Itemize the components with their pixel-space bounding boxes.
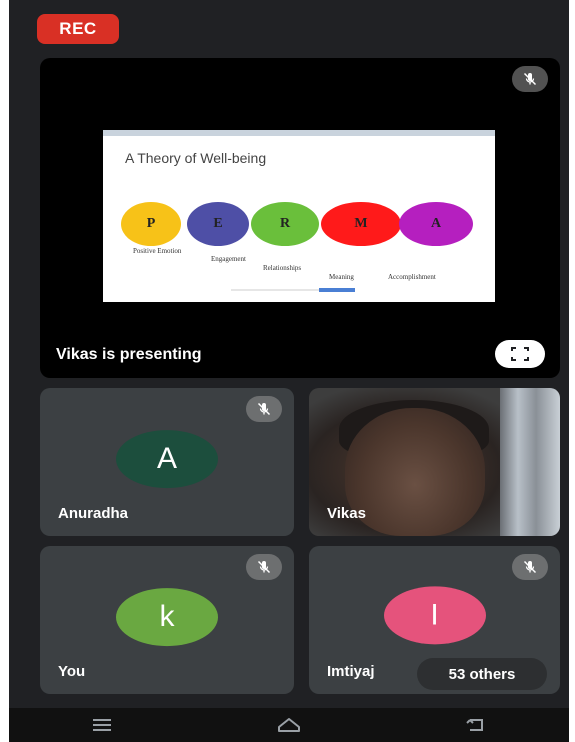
participant-name-vikas: Vikas: [327, 505, 366, 522]
fullscreen-icon: [511, 347, 529, 361]
perma-e-circle: E: [187, 202, 249, 246]
perma-a-circle: A: [399, 202, 473, 246]
mic-off-icon: [512, 66, 548, 92]
recording-badge: REC: [37, 14, 119, 44]
presenting-label: Vikas is presenting: [56, 346, 202, 363]
avatar-anuradha: A: [116, 430, 218, 489]
participant-tile-anuradha[interactable]: A Anuradha: [40, 388, 294, 536]
back-icon: [465, 719, 483, 731]
fullscreen-button[interactable]: [495, 340, 545, 368]
slide-header-bar: [103, 130, 495, 136]
shared-slide: A Theory of Well-being P E R M A Positiv…: [103, 130, 495, 302]
participant-face: [345, 408, 485, 536]
participant-name-imtiyaj: Imtiyaj: [327, 663, 375, 680]
participant-tile-you[interactable]: k You: [40, 546, 294, 694]
slide-scrollbar: [231, 288, 355, 292]
mic-off-icon: [246, 396, 282, 422]
mic-off-icon: [246, 554, 282, 580]
menu-icon: [93, 719, 112, 731]
caption-accomplishment: Accomplishment: [388, 273, 436, 281]
caption-positive-emotion: Positive Emotion: [133, 247, 182, 255]
participant-name-anuradha: Anuradha: [58, 505, 129, 522]
background-curtain: [500, 388, 560, 536]
perma-r-circle: R: [251, 202, 319, 246]
caption-relationships: Relationships: [263, 264, 302, 272]
perma-m-circle: M: [321, 202, 401, 246]
caption-meaning: Meaning: [329, 273, 354, 281]
system-nav-bar: [9, 708, 569, 742]
avatar-you: k: [116, 588, 218, 647]
participant-name-you: You: [58, 663, 86, 680]
mic-off-icon: [512, 554, 548, 580]
perma-p-circle: P: [121, 202, 181, 246]
home-button[interactable]: [269, 713, 309, 737]
avatar-imtiyaj: I: [383, 586, 486, 645]
home-icon: [277, 718, 300, 732]
back-button[interactable]: [456, 713, 496, 737]
slide-scroll-thumb: [319, 288, 355, 292]
others-count-chip[interactable]: 53 others: [417, 658, 547, 690]
participant-tile-vikas[interactable]: Vikas: [309, 388, 560, 536]
meeting-screen: REC A Theory of Well-being P E R M A Pos…: [9, 0, 569, 742]
presentation-tile[interactable]: A Theory of Well-being P E R M A Positiv…: [40, 58, 560, 378]
caption-engagement: Engagement: [211, 255, 246, 263]
slide-title: A Theory of Well-being: [125, 150, 267, 166]
recent-apps-button[interactable]: [82, 713, 122, 737]
